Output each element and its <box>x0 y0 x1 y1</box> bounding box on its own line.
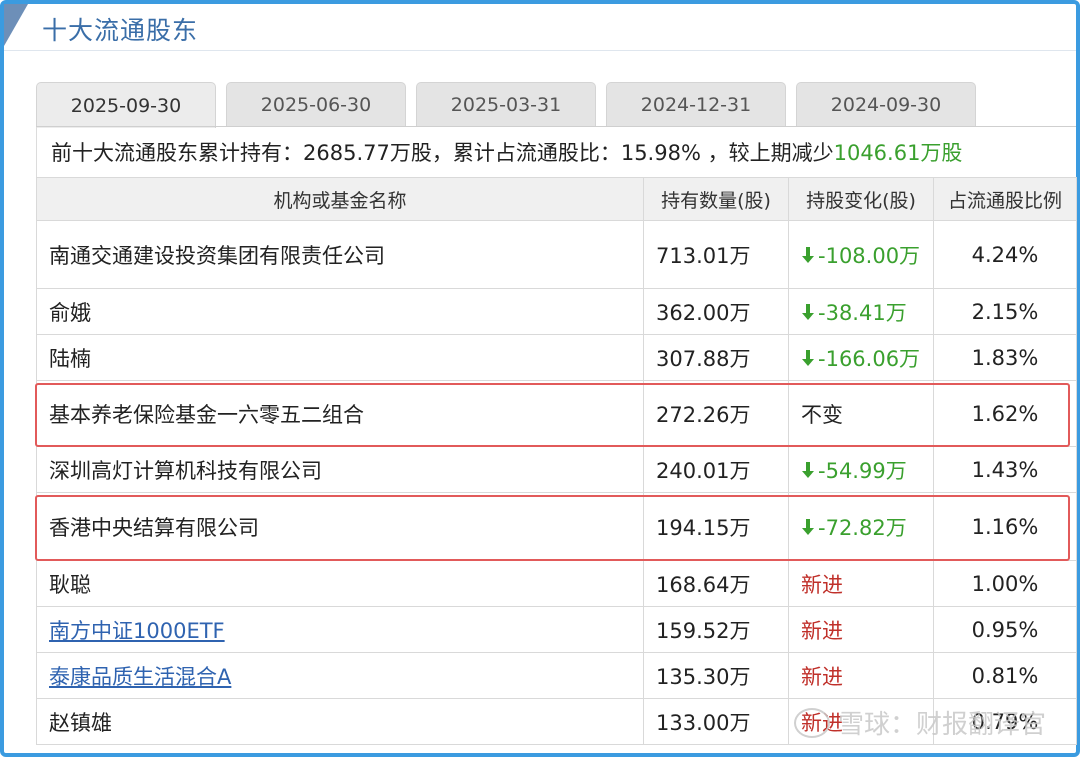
holder-change-value: 新进 <box>801 572 843 597</box>
arrow-down-icon <box>802 461 814 478</box>
holder-name: 陆楠 <box>49 346 91 371</box>
holder-name: 赵镇雄 <box>49 710 112 735</box>
table-row: 泰康品质生活混合A 135.30万 新进 0.81% <box>36 652 1077 699</box>
holder-change: 新进 <box>788 652 934 699</box>
table-row: 香港中央结算有限公司 194.15万 -72.82万 1.16% <box>36 492 1077 561</box>
holder-name-cell: 香港中央结算有限公司 <box>36 492 644 561</box>
holder-change: -38.41万 <box>788 288 934 335</box>
header-change: 持股变化(股) <box>788 177 934 221</box>
holder-qty: 135.30万 <box>643 652 789 699</box>
holder-qty: 362.00万 <box>643 288 789 335</box>
holder-qty: 194.15万 <box>643 492 789 561</box>
tab-2025-09-30[interactable]: 2025-09-30 <box>36 82 216 128</box>
holder-name: 基本养老保险基金一六零五二组合 <box>49 402 364 427</box>
arrow-down-icon <box>802 246 814 263</box>
holder-change-value: 新进 <box>801 618 843 643</box>
arrow-down-icon <box>802 518 814 535</box>
table-row: 南方中证1000ETF 159.52万 新进 0.95% <box>36 606 1077 653</box>
holder-name-cell: 深圳高灯计算机科技有限公司 <box>36 446 644 493</box>
summary-change: 1046.61万股 <box>833 141 963 165</box>
arrow-down-icon <box>802 349 814 366</box>
summary-text: 前十大流通股东累计持有：2685.77万股，累计占流通股比：15.98% ，较上… <box>51 141 834 165</box>
holder-name-cell: 南通交通建设投资集团有限责任公司 <box>36 220 644 289</box>
holder-ratio: 0.95% <box>933 606 1077 653</box>
holder-ratio: 1.43% <box>933 446 1077 493</box>
table-row: 陆楠 307.88万 -166.06万 1.83% <box>36 334 1077 381</box>
holder-change: 新进 <box>788 560 934 607</box>
holder-ratio: 0.81% <box>933 652 1077 699</box>
tab-2024-12-31[interactable]: 2024-12-31 <box>606 82 786 126</box>
holder-name-cell: 南方中证1000ETF <box>36 606 644 653</box>
holder-ratio: 1.00% <box>933 560 1077 607</box>
holder-change: -54.99万 <box>788 446 934 493</box>
holder-name-cell: 基本养老保险基金一六零五二组合 <box>36 380 644 447</box>
holder-change-value: -38.41万 <box>818 300 907 325</box>
holder-name-cell: 陆楠 <box>36 334 644 381</box>
holder-name-cell: 赵镇雄 <box>36 698 644 745</box>
header-name: 机构或基金名称 <box>36 177 644 221</box>
table-row: 基本养老保险基金一六零五二组合 272.26万 不变 1.62% <box>36 380 1077 447</box>
holder-qty: 240.01万 <box>643 446 789 493</box>
holder-ratio: 1.62% <box>933 380 1077 447</box>
holder-qty: 133.00万 <box>643 698 789 745</box>
holder-ratio: 2.15% <box>933 288 1077 335</box>
holder-qty: 272.26万 <box>643 380 789 447</box>
holder-change: -72.82万 <box>788 492 934 561</box>
holder-name: 耿聪 <box>49 572 91 597</box>
holder-change-value: 不变 <box>801 402 843 427</box>
title-divider <box>4 50 1076 51</box>
tab-2025-06-30[interactable]: 2025-06-30 <box>226 82 406 126</box>
holder-ratio: 1.16% <box>933 492 1077 561</box>
holder-change: 新进 <box>788 606 934 653</box>
watermark-text: 雪球：财报翻译官 <box>837 710 1046 740</box>
holder-change: -108.00万 <box>788 220 934 289</box>
arrow-down-icon <box>802 303 814 320</box>
holder-ratio: 1.83% <box>933 334 1077 381</box>
holder-name: 深圳高灯计算机科技有限公司 <box>49 458 322 483</box>
tab-2025-03-31[interactable]: 2025-03-31 <box>416 82 596 126</box>
holder-qty: 307.88万 <box>643 334 789 381</box>
holder-qty: 168.64万 <box>643 560 789 607</box>
date-tabs: 2025-09-30 2025-06-30 2025-03-31 2024-12… <box>36 82 976 128</box>
holder-change-value: -166.06万 <box>818 346 921 371</box>
table-row: 俞娥 362.00万 -38.41万 2.15% <box>36 288 1077 335</box>
section-title: 十大流通股东 <box>42 16 199 45</box>
holder-change-value: 新进 <box>801 664 843 689</box>
holder-name-cell: 耿聪 <box>36 560 644 607</box>
holder-name-cell: 俞娥 <box>36 288 644 335</box>
table-row: 深圳高灯计算机科技有限公司 240.01万 -54.99万 1.43% <box>36 446 1077 493</box>
header-ratio: 占流通股比例 <box>933 177 1077 221</box>
table-row: 南通交通建设投资集团有限责任公司 713.01万 -108.00万 4.24% <box>36 220 1077 289</box>
holder-change-value: -108.00万 <box>818 243 921 268</box>
holder-change-value: -54.99万 <box>818 458 907 483</box>
holder-name: 南通交通建设投资集团有限责任公司 <box>49 243 385 268</box>
holder-name-cell: 泰康品质生活混合A <box>36 652 644 699</box>
holders-panel: 前十大流通股东累计持有：2685.77万股，累计占流通股比：15.98% ，较上… <box>36 126 1077 745</box>
corner-decoration <box>4 4 28 46</box>
table-body: 南通交通建设投资集团有限责任公司 713.01万 -108.00万 4.24% 俞娥 36… <box>36 220 1077 745</box>
holder-name: 俞娥 <box>49 300 91 325</box>
snowball-logo-icon <box>793 707 830 738</box>
tab-2024-09-30[interactable]: 2024-09-30 <box>796 82 976 126</box>
holder-qty: 159.52万 <box>643 606 789 653</box>
holder-change-value: -72.82万 <box>818 515 907 540</box>
table-header-row: 机构或基金名称 持有数量(股) 持股变化(股) 占流通股比例 <box>36 177 1077 221</box>
watermark: 雪球：财报翻译官 <box>793 704 1046 741</box>
holder-name-link[interactable]: 泰康品质生活混合A <box>49 665 231 689</box>
holder-qty: 713.01万 <box>643 220 789 289</box>
holders-table: 机构或基金名称 持有数量(股) 持股变化(股) 占流通股比例 南通交通建设投资集… <box>36 177 1077 745</box>
holder-name-link[interactable]: 南方中证1000ETF <box>49 619 225 643</box>
summary-line: 前十大流通股东累计持有：2685.77万股，累计占流通股比：15.98% ，较上… <box>36 127 1076 177</box>
holder-name: 香港中央结算有限公司 <box>49 515 259 540</box>
holder-change: 不变 <box>788 380 934 447</box>
table-row: 耿聪 168.64万 新进 1.00% <box>36 560 1077 607</box>
holder-change: -166.06万 <box>788 334 934 381</box>
header-qty: 持有数量(股) <box>643 177 789 221</box>
holder-ratio: 4.24% <box>933 220 1077 289</box>
